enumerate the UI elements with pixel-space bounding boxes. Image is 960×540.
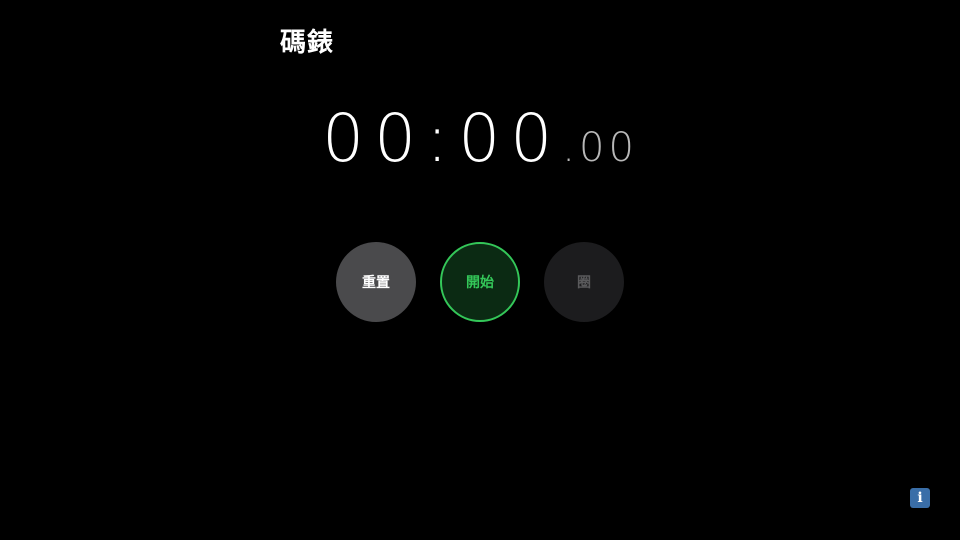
info-icon-glyph: i: [917, 490, 923, 506]
reset-button[interactable]: 重置: [336, 242, 416, 322]
timer-display: 00:00.00: [0, 100, 960, 177]
timer-fraction: .00: [562, 125, 638, 171]
reset-button-label: 重置: [362, 275, 390, 291]
lap-button[interactable]: 圈: [544, 242, 624, 322]
control-buttons: 重置 開始 圈: [336, 242, 624, 322]
page-title: 碼錶: [280, 28, 335, 58]
start-button-label: 開始: [466, 275, 494, 291]
info-icon[interactable]: i: [910, 488, 930, 508]
stopwatch-app: 碼錶 00:00.00 重置 開始 圈 i: [0, 0, 960, 540]
lap-button-label: 圈: [577, 275, 591, 291]
start-button[interactable]: 開始: [440, 242, 520, 322]
timer-main: 00:00: [322, 100, 563, 177]
